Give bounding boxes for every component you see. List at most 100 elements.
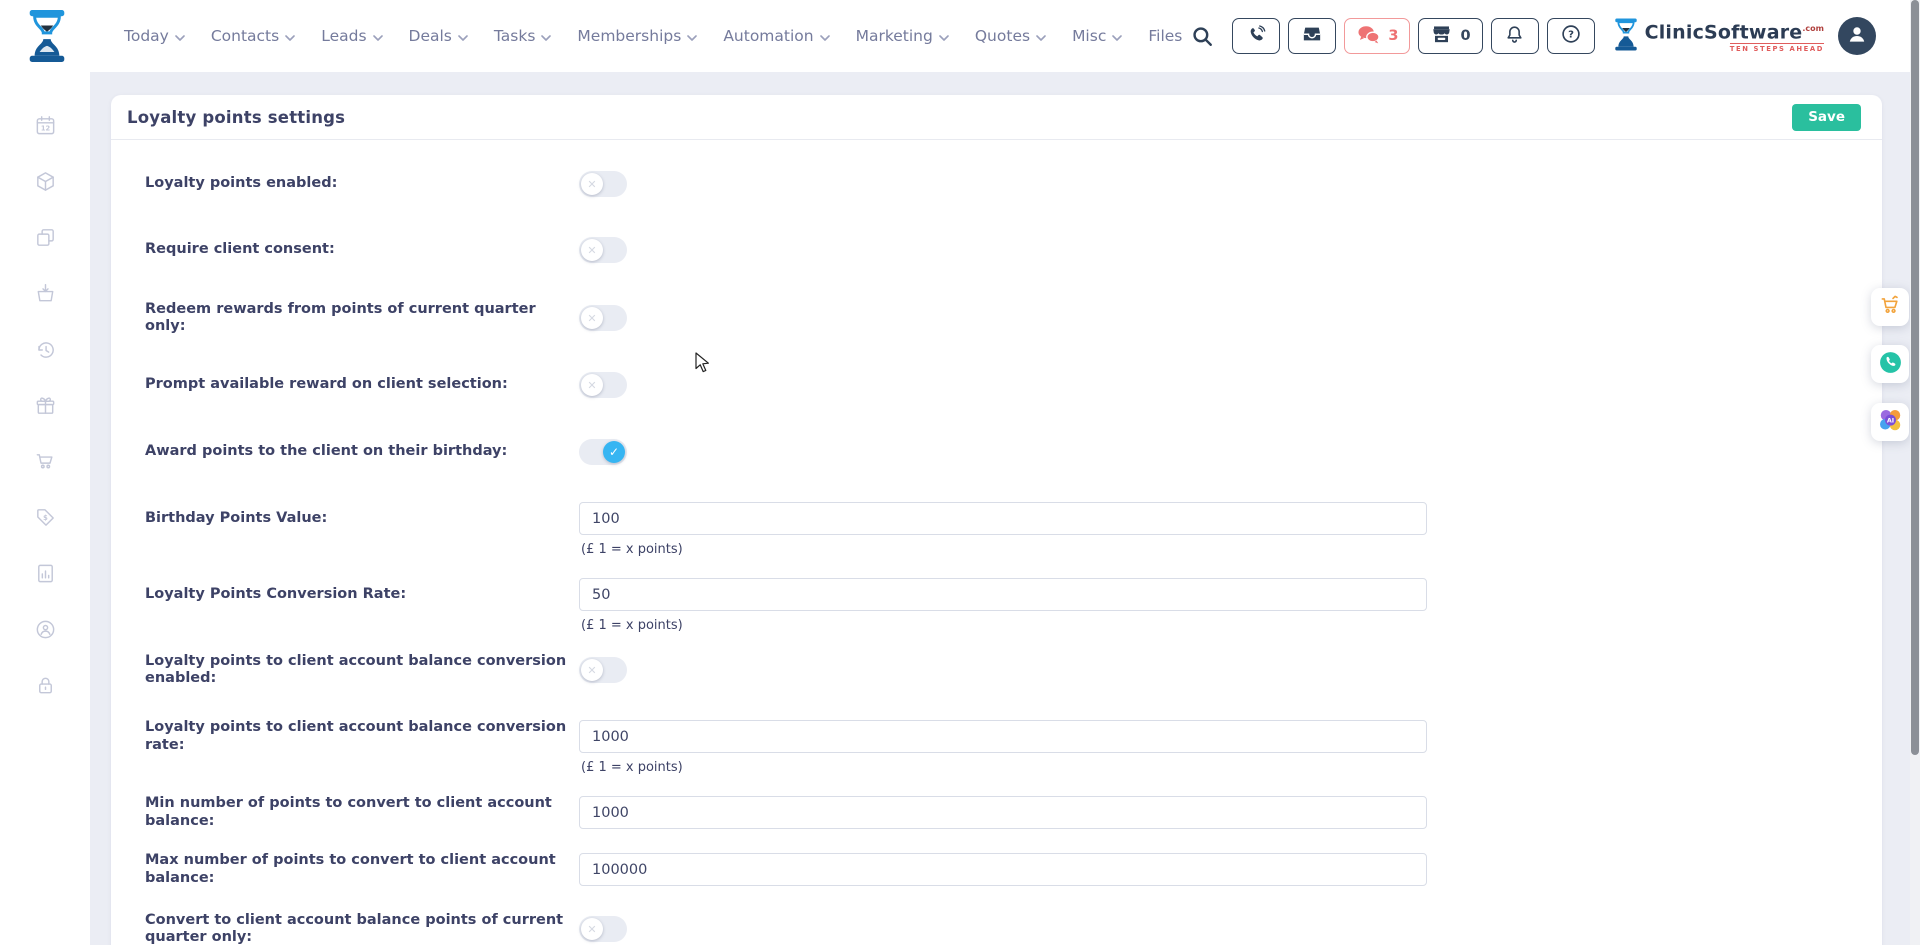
chat-button[interactable]: 3: [1344, 18, 1410, 54]
cross-icon: ✕: [581, 659, 603, 681]
field-label: Require client consent:: [145, 241, 579, 258]
basket-icon: [34, 282, 57, 309]
text-input[interactable]: [579, 720, 1427, 753]
form-row: Loyalty Points Conversion Rate:(£ 1 = x …: [145, 578, 1861, 611]
sidebar-item-history-icon[interactable]: [34, 340, 57, 363]
pricing-tag-icon: $: [34, 506, 57, 533]
toggle-switch[interactable]: ✕: [579, 237, 627, 263]
chevron-down-icon: [175, 27, 185, 45]
hourglass-small-icon: [1613, 18, 1639, 55]
nav-item-label: Files: [1148, 27, 1182, 45]
sidebar-item-duplicates-icon[interactable]: [34, 228, 57, 251]
form-row: Convert to client account balance points…: [145, 916, 1861, 942]
floating-ai-button[interactable]: AI: [1871, 403, 1909, 441]
inbox-icon: [1301, 23, 1323, 49]
hourglass-logo-icon[interactable]: [26, 10, 68, 62]
svg-text:12: 12: [40, 125, 50, 133]
chevron-down-icon: [1112, 27, 1122, 45]
sidebar-item-security-lock-icon[interactable]: [34, 676, 57, 699]
form-row: Redeem rewards from points of current qu…: [145, 305, 1861, 331]
app-window: Today Contacts Leads Deals Tasks Memberships A…: [0, 0, 1920, 945]
page-scrollbar: [1910, 0, 1920, 945]
register-button[interactable]: 0: [1418, 18, 1482, 54]
question-icon: ?: [1560, 23, 1582, 49]
notifications-button[interactable]: [1491, 18, 1539, 54]
nav-item-contacts[interactable]: Contacts: [211, 27, 295, 45]
floating-whatsapp-button[interactable]: [1871, 345, 1909, 383]
save-button[interactable]: Save: [1792, 104, 1861, 131]
field-label: Loyalty points to client account balance…: [145, 719, 579, 754]
field-label: Prompt available reward on client select…: [145, 376, 579, 393]
toggle-switch[interactable]: ✕: [579, 657, 627, 683]
duplicates-icon: [34, 226, 57, 253]
gifts-icon: [34, 394, 57, 421]
nav-item-misc[interactable]: Misc: [1072, 27, 1122, 45]
sidebar-item-products-icon[interactable]: [34, 172, 57, 195]
nav-item-memberships[interactable]: Memberships: [577, 27, 697, 45]
sidebar-item-reports-icon[interactable]: [34, 564, 57, 587]
help-button[interactable]: ?: [1547, 18, 1595, 54]
account-icon: [34, 618, 57, 645]
inbox-button[interactable]: [1288, 18, 1336, 54]
nav-item-label: Contacts: [211, 27, 279, 45]
logo-wordmark: ClinicSoftware.com: [1645, 19, 1824, 42]
chat-count-badge: 3: [1388, 28, 1398, 44]
shopping-cart-icon: [34, 450, 57, 477]
toggle-switch[interactable]: ✕: [579, 171, 627, 197]
nav-item-tasks[interactable]: Tasks: [494, 27, 552, 45]
text-input[interactable]: [579, 796, 1427, 829]
cross-icon: ✕: [581, 173, 603, 195]
nav-item-today[interactable]: Today: [124, 27, 185, 45]
chevron-down-icon: [820, 27, 830, 45]
svg-text:$: $: [43, 514, 48, 522]
nav-item-label: Misc: [1072, 27, 1106, 45]
sidebar-item-basket-icon[interactable]: [34, 284, 57, 307]
nav-item-files[interactable]: Files: [1148, 27, 1182, 45]
card-header: Loyalty points settings Save: [111, 95, 1882, 140]
scrollbar-thumb[interactable]: [1911, 0, 1919, 755]
toggle-switch[interactable]: ✕: [579, 305, 627, 331]
cross-icon: ✕: [581, 307, 603, 329]
sidebar-item-account-icon[interactable]: [34, 620, 57, 643]
sidebar-item-pricing-tag-icon[interactable]: $: [34, 508, 57, 531]
nav-item-automation[interactable]: Automation: [723, 27, 829, 45]
sidebar-item-calendar-icon[interactable]: 12: [34, 116, 57, 139]
search-icon[interactable]: [1191, 25, 1214, 48]
whatsapp-icon: [1878, 350, 1903, 379]
toggle-switch[interactable]: ✕: [579, 916, 627, 942]
nav-item-label: Quotes: [975, 27, 1030, 45]
nav-item-marketing[interactable]: Marketing: [856, 27, 949, 45]
toggle-switch[interactable]: ✕: [579, 372, 627, 398]
user-avatar[interactable]: [1838, 17, 1876, 55]
field-hint: (£ 1 = x points): [581, 760, 683, 775]
floating-cart-button[interactable]: [1871, 288, 1909, 326]
settings-card: Loyalty points settings Save Loyalty poi…: [111, 95, 1882, 945]
check-icon: ✓: [603, 441, 625, 463]
form-row: Prompt available reward on client select…: [145, 372, 1861, 398]
nav-item-label: Leads: [321, 27, 366, 45]
nav-item-leads[interactable]: Leads: [321, 27, 382, 45]
topbar: Today Contacts Leads Deals Tasks Memberships A…: [0, 0, 1920, 72]
field-label: Loyalty Points Conversion Rate:: [145, 586, 579, 603]
form-row: Max number of points to convert to clien…: [145, 853, 1861, 886]
sidebar-item-shopping-cart-icon[interactable]: [34, 452, 57, 475]
text-input[interactable]: [579, 578, 1427, 611]
text-input[interactable]: [579, 853, 1427, 886]
field-label: Award points to the client on their birt…: [145, 443, 579, 460]
phone-button[interactable]: [1232, 18, 1280, 54]
chevron-down-icon: [939, 27, 949, 45]
text-input[interactable]: [579, 502, 1427, 535]
field-hint: (£ 1 = x points): [581, 542, 683, 557]
bell-icon: [1504, 24, 1525, 49]
content-area: Loyalty points settings Save Loyalty poi…: [90, 72, 1920, 945]
sidebar-item-gifts-icon[interactable]: [34, 396, 57, 419]
clinicsoftware-logo: ClinicSoftware.com TEN STEPS AHEAD: [1613, 18, 1824, 55]
chevron-down-icon: [541, 27, 551, 45]
svg-text:AI: AI: [1886, 416, 1893, 424]
icon-sidebar: 12 $: [0, 72, 90, 945]
nav-item-deals[interactable]: Deals: [409, 27, 468, 45]
nav-item-quotes[interactable]: Quotes: [975, 27, 1046, 45]
toggle-switch[interactable]: ✓: [579, 439, 627, 465]
field-label: Convert to client account balance points…: [145, 912, 579, 945]
phone-icon: [1246, 24, 1267, 49]
